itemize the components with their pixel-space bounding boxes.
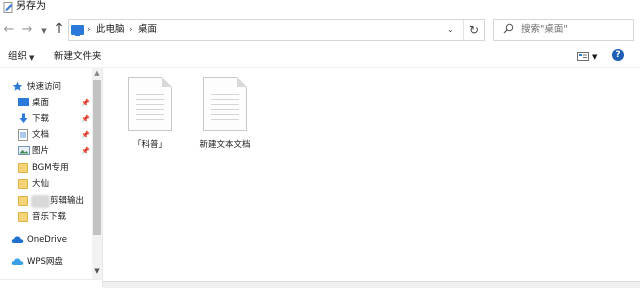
- sidebar-item-label: OneDrive: [27, 235, 67, 245]
- recent-locations-chevron-icon[interactable]: ▼: [37, 24, 51, 38]
- cloud-icon: [11, 258, 24, 265]
- back-arrow-icon[interactable]: ←: [2, 23, 16, 37]
- sidebar-item-label: 大仙: [32, 179, 50, 189]
- pin-icon: 📌: [81, 115, 90, 123]
- view-chevron-icon[interactable]: ▼: [592, 51, 597, 63]
- pin-icon: 📌: [81, 99, 90, 107]
- refresh-icon[interactable]: ↻: [463, 20, 484, 40]
- file-item[interactable]: [128, 77, 172, 131]
- sidebar-item-label: 下载: [32, 114, 50, 124]
- divider: [0, 279, 103, 280]
- sidebar-item-label: 文档: [32, 130, 50, 140]
- computer-stand: [75, 35, 80, 36]
- sidebar-item-label: 快速访问: [27, 82, 62, 92]
- sidebar-item-label: 图片: [32, 146, 50, 156]
- scrollbar-thumb[interactable]: [93, 80, 101, 235]
- window-title: 另存为: [16, 1, 46, 12]
- cloud-icon: [11, 236, 24, 243]
- organize-chevron-icon[interactable]: ▼: [29, 52, 34, 64]
- pin-icon: 📌: [81, 131, 90, 139]
- search-placeholder: 搜索"桌面": [521, 24, 568, 35]
- sidebar-item-label: 音乐下载: [32, 212, 67, 222]
- scroll-down-arrow-icon[interactable]: ▼: [92, 266, 102, 277]
- sidebar-item-label: 桌面: [32, 98, 50, 108]
- view-options-icon[interactable]: [577, 52, 589, 61]
- pane-divider[interactable]: [102, 68, 103, 287]
- organize-button[interactable]: 组织: [8, 51, 27, 63]
- new-folder-button[interactable]: 新建文件夹: [54, 51, 102, 63]
- file-name[interactable]: 「科普」: [122, 139, 178, 151]
- redacted-area: [31, 195, 50, 208]
- download-icon: [19, 113, 28, 123]
- sidebar-item-label: WPS网盘: [27, 257, 63, 267]
- text-file-icon: [128, 77, 172, 131]
- up-arrow-icon[interactable]: ↑: [52, 22, 66, 36]
- title-bar: [0, 0, 640, 16]
- search-icon: [503, 23, 514, 34]
- help-icon[interactable]: ?: [612, 49, 624, 61]
- sidebar-item-label: 剪辑输出: [50, 196, 85, 206]
- folder-icon: [18, 163, 28, 173]
- document-icon: [18, 129, 28, 141]
- file-name[interactable]: 新建文本文档: [190, 139, 260, 151]
- sidebar-item-label: BGM专用: [32, 163, 69, 173]
- file-item[interactable]: [203, 77, 247, 131]
- breadcrumb-this-pc[interactable]: 此电脑: [96, 24, 125, 36]
- app-icon: [3, 2, 13, 13]
- desktop-icon: [18, 98, 29, 106]
- breadcrumb-separator[interactable]: ›: [87, 24, 91, 36]
- folder-icon: [18, 196, 28, 206]
- picture-icon: [18, 146, 30, 155]
- address-dropdown-chevron-icon[interactable]: ⌄: [447, 24, 454, 36]
- breadcrumb-desktop[interactable]: 桌面: [138, 24, 157, 36]
- forward-arrow-icon[interactable]: →: [20, 23, 34, 37]
- folder-icon: [18, 212, 28, 222]
- computer-icon: [71, 25, 84, 35]
- text-file-icon: [203, 77, 247, 131]
- folder-icon: [18, 179, 28, 189]
- pin-icon: 📌: [81, 147, 90, 155]
- scroll-up-arrow-icon[interactable]: ▲: [92, 68, 102, 79]
- star-icon: [12, 81, 23, 91]
- breadcrumb-separator[interactable]: ›: [129, 24, 133, 36]
